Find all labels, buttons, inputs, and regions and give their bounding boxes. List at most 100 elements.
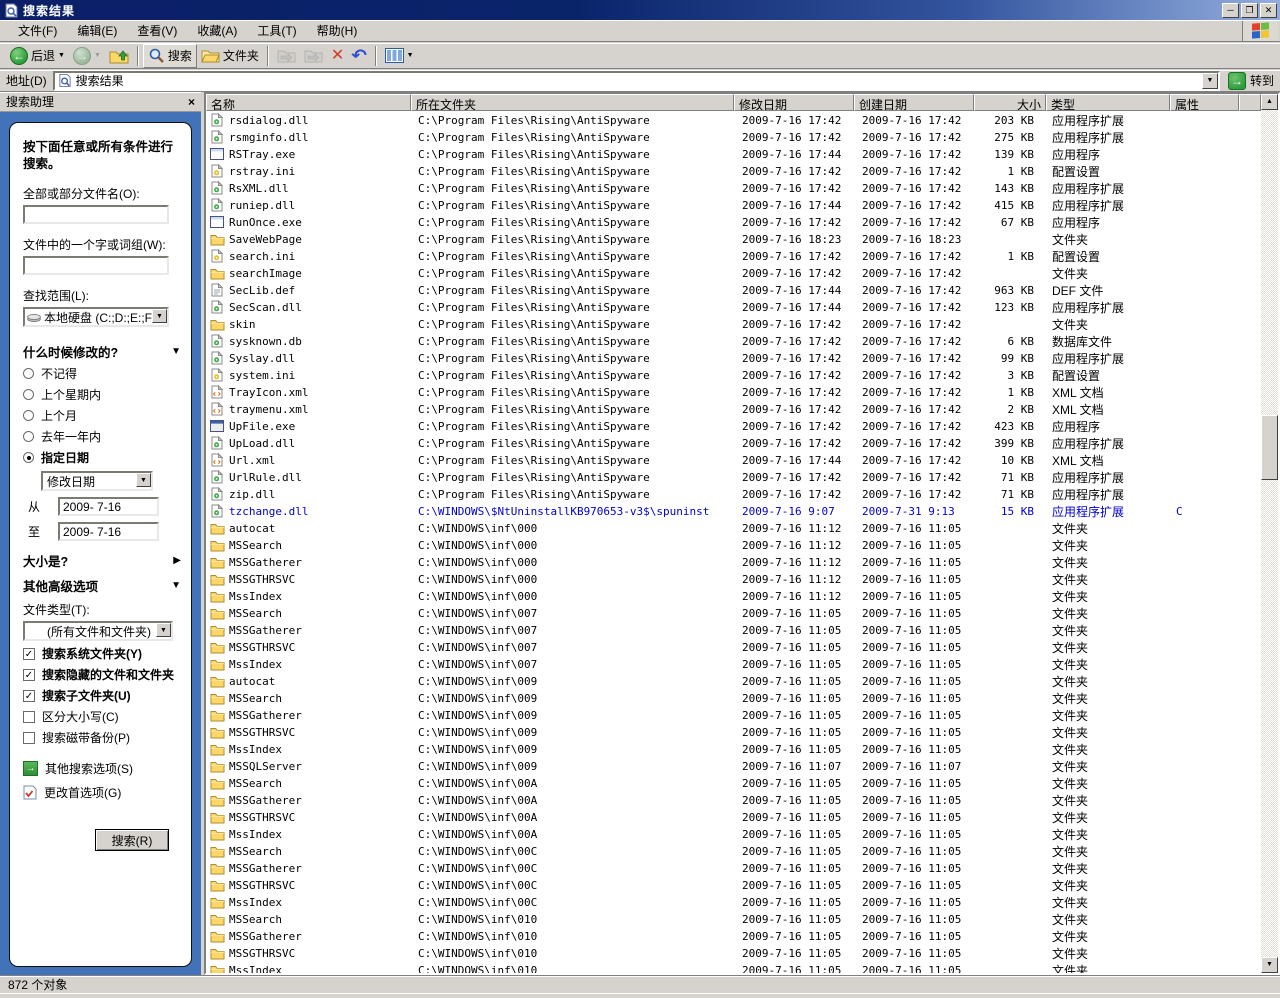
- file-row[interactable]: MSSGTHRSVCC:\WINDOWS\inf\0092009-7-16 11…: [206, 723, 1261, 740]
- file-row[interactable]: RsXML.dllC:\Program Files\Rising\AntiSpy…: [206, 179, 1261, 196]
- date-field-select[interactable]: 修改日期 ▼: [41, 471, 153, 491]
- file-row[interactable]: MSSGTHRSVCC:\WINDOWS\inf\00A2009-7-16 11…: [206, 808, 1261, 825]
- restore-button[interactable]: ❐: [1241, 3, 1258, 18]
- column-header-created[interactable]: 创建日期: [854, 94, 974, 111]
- filename-input[interactable]: [23, 205, 169, 224]
- file-row[interactable]: traymenu.xmlC:\Program Files\Rising\Anti…: [206, 400, 1261, 417]
- file-row[interactable]: MSSGTHRSVCC:\WINDOWS\inf\0072009-7-16 11…: [206, 638, 1261, 655]
- change-preferences-link[interactable]: 更改首选项(G): [23, 784, 185, 801]
- column-header-attributes[interactable]: 属性: [1170, 94, 1239, 111]
- to-date-input[interactable]: [58, 522, 159, 541]
- size-title[interactable]: 大小是?▶: [23, 551, 181, 570]
- views-button[interactable]: ▼: [381, 44, 418, 68]
- go-button[interactable]: → 转到: [1228, 72, 1274, 90]
- file-row[interactable]: RSTray.exeC:\Program Files\Rising\AntiSp…: [206, 145, 1261, 162]
- file-row[interactable]: MSSGathererC:\WINDOWS\inf\0002009-7-16 1…: [206, 553, 1261, 570]
- word-input[interactable]: [23, 256, 169, 275]
- file-row[interactable]: autocatC:\WINDOWS\inf\0002009-7-16 11:12…: [206, 519, 1261, 536]
- file-row[interactable]: MSSGathererC:\WINDOWS\inf\00C2009-7-16 1…: [206, 859, 1261, 876]
- file-row[interactable]: UpLoad.dllC:\Program Files\Rising\AntiSp…: [206, 434, 1261, 451]
- file-row[interactable]: Syslay.dllC:\Program Files\Rising\AntiSp…: [206, 349, 1261, 366]
- check-system-folders[interactable]: ✓搜索系统文件夹(Y): [23, 647, 185, 662]
- scroll-up-icon[interactable]: ▲: [1261, 94, 1278, 110]
- file-row[interactable]: MSSGathererC:\WINDOWS\inf\0102009-7-16 1…: [206, 927, 1261, 944]
- file-row[interactable]: autocatC:\WINDOWS\inf\0092009-7-16 11:05…: [206, 672, 1261, 689]
- search-button[interactable]: 搜索(R): [95, 829, 169, 851]
- file-row[interactable]: MssIndexC:\WINDOWS\inf\0092009-7-16 11:0…: [206, 740, 1261, 757]
- file-row[interactable]: skinC:\Program Files\Rising\AntiSpyware2…: [206, 315, 1261, 332]
- column-header-folder[interactable]: 所在文件夹: [411, 94, 734, 111]
- file-row[interactable]: runiep.dllC:\Program Files\Rising\AntiSp…: [206, 196, 1261, 213]
- file-row[interactable]: MSSGTHRSVCC:\WINDOWS\inf\0102009-7-16 11…: [206, 944, 1261, 961]
- file-row[interactable]: Url.xmlC:\Program Files\Rising\AntiSpywa…: [206, 451, 1261, 468]
- menu-view[interactable]: 查看(V): [127, 19, 187, 42]
- other-search-options-link[interactable]: → 其他搜索选项(S): [23, 760, 185, 777]
- scroll-down-icon[interactable]: ▼: [1261, 957, 1278, 973]
- file-row[interactable]: MSSGTHRSVCC:\WINDOWS\inf\0002009-7-16 11…: [206, 570, 1261, 587]
- radio-past-month[interactable]: 上个月: [23, 407, 185, 424]
- folders-button[interactable]: 文件夹: [197, 44, 263, 68]
- file-row[interactable]: rstray.iniC:\Program Files\Rising\AntiSp…: [206, 162, 1261, 179]
- file-row[interactable]: MssIndexC:\WINDOWS\inf\0102009-7-16 11:0…: [206, 961, 1261, 973]
- move-to-button[interactable]: [273, 44, 300, 68]
- filetype-dropdown-icon[interactable]: ▼: [156, 623, 171, 637]
- file-row[interactable]: MSSearchC:\WINDOWS\inf\0092009-7-16 11:0…: [206, 689, 1261, 706]
- close-button[interactable]: ✕: [1260, 3, 1277, 18]
- file-row[interactable]: RunOnce.exeC:\Program Files\Rising\AntiS…: [206, 213, 1261, 230]
- from-date-input[interactable]: [58, 497, 159, 516]
- check-case-sensitive[interactable]: 区分大小写(C): [23, 710, 185, 725]
- file-row[interactable]: SaveWebPageC:\Program Files\Rising\AntiS…: [206, 230, 1261, 247]
- file-row[interactable]: zip.dllC:\Program Files\Rising\AntiSpywa…: [206, 485, 1261, 502]
- column-header-size[interactable]: 大小: [974, 94, 1046, 111]
- search-toggle-button[interactable]: 搜索: [143, 44, 197, 68]
- back-button[interactable]: ← 后退 ▼: [6, 44, 69, 68]
- date-field-dropdown-icon[interactable]: ▼: [136, 473, 151, 487]
- file-row[interactable]: MssIndexC:\WINDOWS\inf\00A2009-7-16 11:0…: [206, 825, 1261, 842]
- check-hidden-files[interactable]: ✓搜索隐藏的文件和文件夹: [23, 668, 185, 683]
- file-row[interactable]: search.iniC:\Program Files\Rising\AntiSp…: [206, 247, 1261, 264]
- column-header-name[interactable]: 名称: [206, 94, 411, 111]
- file-row[interactable]: system.iniC:\Program Files\Rising\AntiSp…: [206, 366, 1261, 383]
- address-combo[interactable]: 搜索结果 ▼: [53, 71, 1220, 91]
- menu-help[interactable]: 帮助(H): [307, 19, 368, 42]
- file-row[interactable]: tzchange.dllC:\WINDOWS\$NtUninstallKB970…: [206, 502, 1261, 519]
- radio-within-past-year[interactable]: 去年一年内: [23, 428, 185, 445]
- file-row[interactable]: SecScan.dllC:\Program Files\Rising\AntiS…: [206, 298, 1261, 315]
- assistant-close-icon[interactable]: ×: [188, 95, 195, 109]
- radio-specify-dates[interactable]: 指定日期: [23, 449, 185, 466]
- when-modified-title[interactable]: 什么时候修改的?▼: [23, 342, 181, 361]
- file-row[interactable]: MSSearchC:\WINDOWS\inf\0102009-7-16 11:0…: [206, 910, 1261, 927]
- file-row[interactable]: MssIndexC:\WINDOWS\inf\0072009-7-16 11:0…: [206, 655, 1261, 672]
- views-dropdown-icon[interactable]: ▼: [407, 52, 414, 59]
- vertical-scrollbar[interactable]: ▲ ▼: [1261, 94, 1278, 973]
- column-header-modified[interactable]: 修改日期: [734, 94, 854, 111]
- undo-button[interactable]: ↶: [348, 44, 370, 68]
- file-row[interactable]: sysknown.dbC:\Program Files\Rising\AntiS…: [206, 332, 1261, 349]
- file-row[interactable]: MSSearchC:\WINDOWS\inf\00A2009-7-16 11:0…: [206, 774, 1261, 791]
- forward-dropdown-icon[interactable]: ▼: [94, 52, 101, 59]
- file-row[interactable]: MSSGathererC:\WINDOWS\inf\00A2009-7-16 1…: [206, 791, 1261, 808]
- filetype-select[interactable]: (所有文件和文件夹) ▼: [23, 621, 173, 641]
- check-subfolders[interactable]: ✓搜索子文件夹(U): [23, 689, 185, 704]
- column-header-type[interactable]: 类型: [1046, 94, 1170, 111]
- check-tape-backup[interactable]: 搜索磁带备份(P): [23, 731, 185, 746]
- advanced-title[interactable]: 其他高级选项▼: [23, 576, 181, 595]
- file-row[interactable]: MSSearchC:\WINDOWS\inf\0002009-7-16 11:1…: [206, 536, 1261, 553]
- up-button[interactable]: [105, 44, 133, 68]
- copy-to-button[interactable]: [300, 44, 327, 68]
- menu-tools[interactable]: 工具(T): [247, 19, 306, 42]
- scope-dropdown-icon[interactable]: ▼: [152, 309, 167, 323]
- file-row[interactable]: MSSearchC:\WINDOWS\inf\0072009-7-16 11:0…: [206, 604, 1261, 621]
- file-row[interactable]: MSSGathererC:\WINDOWS\inf\0092009-7-16 1…: [206, 706, 1261, 723]
- file-row[interactable]: TrayIcon.xmlC:\Program Files\Rising\Anti…: [206, 383, 1261, 400]
- menu-file[interactable]: 文件(F): [8, 19, 67, 42]
- file-row[interactable]: searchImageC:\Program Files\Rising\AntiS…: [206, 264, 1261, 281]
- scope-select[interactable]: 本地硬盘 (C:;D:;E:;F ▼: [23, 307, 169, 327]
- radio-within-last-week[interactable]: 上个星期内: [23, 386, 185, 403]
- file-row[interactable]: MSSearchC:\WINDOWS\inf\00C2009-7-16 11:0…: [206, 842, 1261, 859]
- menu-edit[interactable]: 编辑(E): [67, 19, 127, 42]
- file-row[interactable]: rsmginfo.dllC:\Program Files\Rising\Anti…: [206, 128, 1261, 145]
- file-row[interactable]: SecLib.defC:\Program Files\Rising\AntiSp…: [206, 281, 1261, 298]
- radio-dont-remember[interactable]: 不记得: [23, 365, 185, 382]
- file-row[interactable]: UrlRule.dllC:\Program Files\Rising\AntiS…: [206, 468, 1261, 485]
